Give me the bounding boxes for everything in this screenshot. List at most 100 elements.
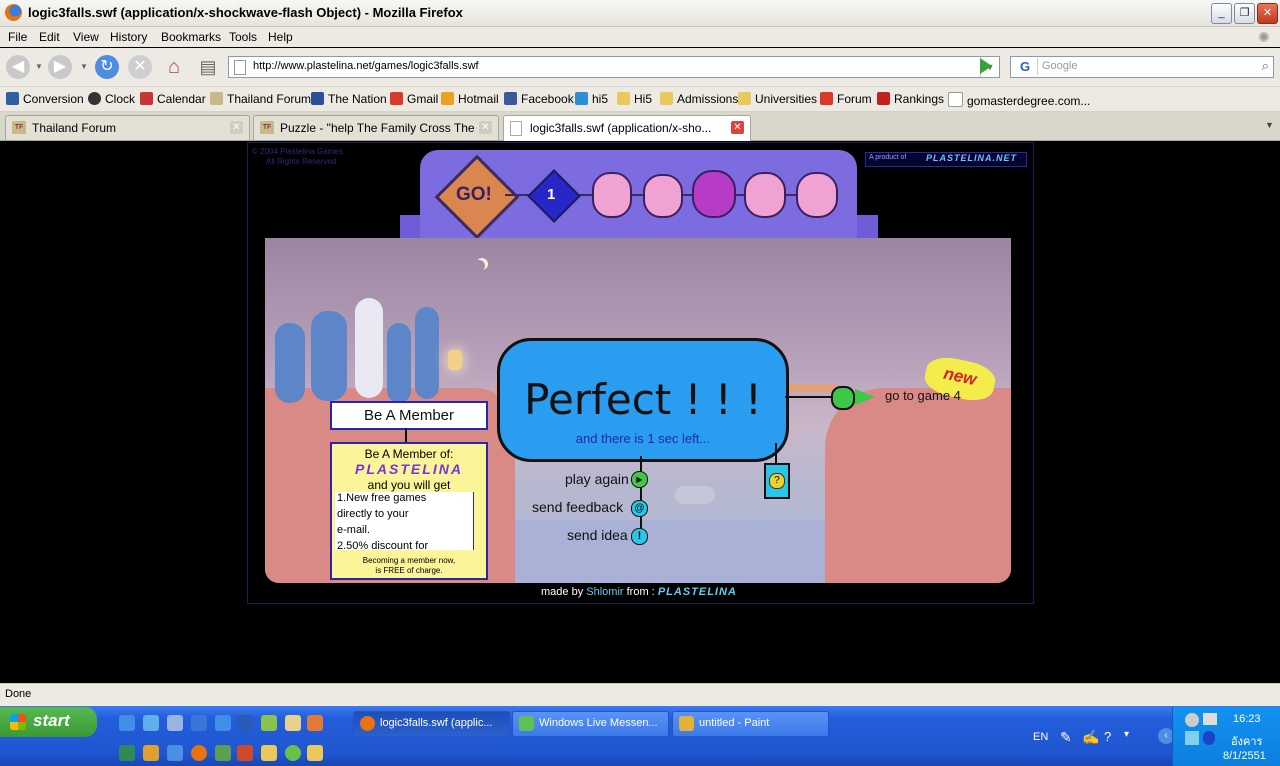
footer-brand-logo[interactable]: PLASTELINA [658, 586, 737, 598]
close-tab-icon[interactable]: ✕ [230, 121, 243, 134]
bookmark-conversion[interactable]: Conversion [6, 92, 84, 106]
close-tab-icon[interactable]: ✕ [479, 121, 492, 134]
clock-time[interactable]: 16:23 [1233, 713, 1261, 725]
send-idea-label[interactable]: send idea [567, 527, 628, 543]
tab-list-icon[interactable]: ▼ [1265, 120, 1274, 130]
firefox-icon[interactable] [191, 745, 207, 761]
url-bar[interactable]: http://www.plastelina.net/games/logic3fa… [228, 56, 1000, 78]
copyright-text: © 2004 Plastelina Games All Rights Reser… [252, 147, 343, 166]
bookmark-facebook[interactable]: Facebook [504, 92, 574, 106]
bluetooth-icon[interactable] [1203, 731, 1215, 745]
forward-icon[interactable]: ▶ [48, 55, 72, 79]
tools-icon[interactable] [143, 745, 159, 761]
forward-dropdown-icon[interactable]: ▼ [80, 62, 88, 71]
hint-button[interactable]: ? [764, 463, 790, 499]
users-icon[interactable] [1185, 713, 1199, 727]
menu-tools[interactable]: Tools [229, 30, 257, 44]
notepad-icon[interactable] [167, 715, 183, 731]
bookmark-folder-admissions[interactable]: Admissions [660, 92, 738, 106]
ie-icon[interactable] [119, 715, 135, 731]
play-again-label[interactable]: play again [565, 471, 629, 487]
menu-edit[interactable]: Edit [39, 30, 60, 44]
home-icon[interactable]: ⌂ [162, 55, 186, 79]
tab-puzzle[interactable]: TF Puzzle - "help The Family Cross The B… [253, 115, 499, 140]
product-of-badge: A product of PLASTELINA.NET [865, 152, 1027, 167]
menu-history[interactable]: History [110, 30, 147, 44]
father-face-icon[interactable] [592, 172, 632, 218]
paint-icon[interactable] [307, 715, 323, 731]
send-feedback-label[interactable]: send feedback [532, 499, 623, 515]
word-icon[interactable] [237, 715, 253, 731]
task-messenger[interactable]: Windows Live Messen... [512, 711, 669, 737]
bookmark-calendar[interactable]: Calendar [140, 92, 206, 106]
go-to-next-label[interactable]: go to game 4 [885, 388, 961, 403]
back-dropdown-icon[interactable]: ▼ [35, 62, 43, 71]
play-again-icon[interactable]: ▶ [631, 471, 648, 488]
close-tab-icon[interactable]: ✕ [731, 121, 744, 134]
calculator-icon[interactable] [167, 745, 183, 761]
bookmark-gmail[interactable]: Gmail [390, 92, 438, 106]
google-icon[interactable]: G [1013, 58, 1038, 75]
bookmark-gomasterdegree[interactable]: gomasterdegree.com... [948, 92, 1090, 108]
language-indicator[interactable]: EN [1033, 731, 1048, 743]
start-button[interactable]: start [0, 707, 97, 737]
menu-bookmarks[interactable]: Bookmarks [161, 30, 221, 44]
search-box[interactable]: G Google ⌕ [1010, 56, 1274, 78]
messenger-icon[interactable] [143, 715, 159, 731]
stop-icon[interactable]: ✕ [128, 55, 152, 79]
daughter-face-icon[interactable] [692, 170, 736, 218]
bookmark-rankings[interactable]: Rankings [877, 92, 944, 106]
feedback-icon[interactable]: @ [631, 500, 648, 517]
wmp-icon[interactable] [285, 745, 301, 761]
task-paint[interactable]: untitled - Paint [672, 711, 829, 737]
bookmark-forum[interactable]: Forum [820, 92, 872, 106]
print-icon[interactable]: ▤ [196, 55, 220, 79]
policeman-face-icon[interactable] [744, 172, 786, 218]
folder-icon[interactable] [261, 745, 277, 761]
media-icon[interactable] [237, 745, 253, 761]
menu-view[interactable]: View [73, 30, 99, 44]
volume-icon[interactable] [1185, 731, 1199, 745]
author-link[interactable]: Shlomir [586, 586, 623, 598]
thief-face-icon[interactable] [796, 172, 838, 218]
be-member-button[interactable]: Be A Member [330, 401, 488, 430]
bookmark-folder-universities[interactable]: Universities [738, 92, 817, 106]
tab-thailand-forum[interactable]: TF Thailand Forum ✕ [5, 115, 250, 140]
folder-icon[interactable] [307, 745, 323, 761]
member-list[interactable]: 1.New free games directly to your e-mail… [335, 492, 483, 550]
file-icon[interactable] [285, 715, 301, 731]
quick-launch [115, 713, 340, 763]
go-arrow-icon[interactable] [980, 58, 992, 74]
handwriting-icon[interactable]: ✍ [1082, 729, 1099, 746]
bookmark-thailand-forum[interactable]: Thailand Forum [210, 92, 311, 106]
bookmark-clock[interactable]: Clock [88, 92, 135, 106]
network-icon[interactable] [1203, 713, 1217, 725]
back-icon[interactable]: ◀ [6, 55, 30, 79]
bookmark-the-nation[interactable]: The Nation [311, 92, 387, 106]
reload-icon[interactable]: ↻ [95, 55, 119, 79]
minimize-button[interactable]: _ [1211, 3, 1232, 24]
menu-help[interactable]: Help [268, 30, 293, 44]
excel-icon[interactable] [119, 745, 135, 761]
member-list-scrollbar[interactable] [473, 492, 483, 550]
pen-icon[interactable]: ✎ [1060, 729, 1072, 746]
menu-file[interactable]: File [8, 30, 27, 44]
tab-logic3falls[interactable]: logic3falls.swf (application/x-sho... ✕ [503, 115, 751, 141]
idea-icon[interactable]: ! [631, 528, 648, 545]
search-icon[interactable]: ⌕ [1262, 58, 1269, 74]
bookmark-hotmail[interactable]: Hotmail [441, 92, 499, 106]
next-game-button[interactable] [831, 386, 855, 410]
next-arrow-icon[interactable] [855, 389, 875, 405]
app-icon[interactable] [261, 715, 277, 731]
options-icon[interactable]: ▾ [1124, 729, 1129, 740]
ie-icon[interactable] [215, 715, 231, 731]
outlook-icon[interactable] [191, 715, 207, 731]
mother-face-icon[interactable] [643, 174, 683, 218]
close-button[interactable]: ✕ [1257, 3, 1278, 24]
bookmark-folder-hi5[interactable]: Hi5 [617, 92, 652, 106]
help-icon[interactable]: ? [1104, 729, 1111, 744]
task-firefox[interactable]: logic3falls.swf (applic... [353, 711, 510, 737]
bookmark-hi5[interactable]: hi5 [575, 92, 608, 106]
hand-icon[interactable] [215, 745, 231, 761]
maximize-button[interactable]: ❐ [1234, 3, 1255, 24]
